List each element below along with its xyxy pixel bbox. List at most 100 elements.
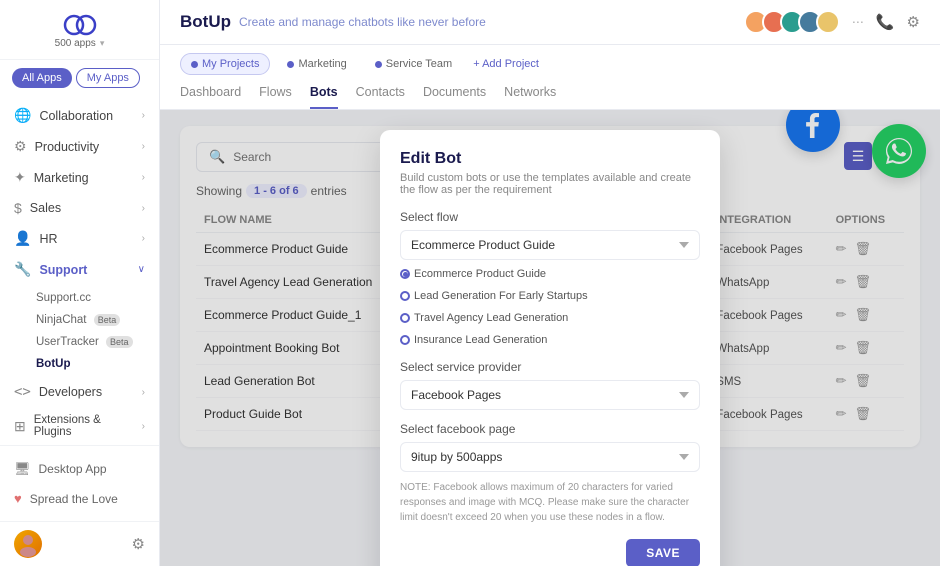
select-flow-label: Select flow xyxy=(400,210,700,224)
radio-dot-selected xyxy=(400,269,410,279)
project-tab-service-team[interactable]: Service Team xyxy=(364,53,463,75)
my-apps-tab[interactable]: My Apps xyxy=(76,68,140,88)
chevron-down-icon: ∨ xyxy=(138,264,145,275)
radio-dot xyxy=(400,313,410,323)
select-fb-dropdown[interactable]: 9itup by 500apps xyxy=(400,442,700,472)
radio-dot xyxy=(400,291,410,301)
section-nav-tabs: Dashboard Flows Bots Contacts Documents … xyxy=(180,81,920,109)
app-count: 500 apps ▾ xyxy=(55,38,105,49)
sidebar-item-usertracker[interactable]: UserTracker Beta xyxy=(0,331,159,353)
sidebar-label-collaboration: Collaboration xyxy=(39,109,113,123)
sidebar-item-marketing[interactable]: ✦ Marketing › xyxy=(0,162,159,193)
extensions-icon: ⊞ xyxy=(14,418,26,435)
ninjachat-label: NinjaChat xyxy=(36,314,87,326)
support-sub-menu: Support.cc NinjaChat Beta UserTracker Be… xyxy=(0,285,159,377)
radio-lead-gen[interactable]: Lead Generation For Early Startups xyxy=(400,290,588,302)
supportcc-label: Support.cc xyxy=(36,292,91,304)
sidebar-item-support[interactable]: 🔧 Support ∨ xyxy=(0,254,159,285)
sidebar-item-botup[interactable]: BotUp xyxy=(0,353,159,375)
radio-label-ecommerce: Ecommerce Product Guide xyxy=(414,268,546,280)
flow-radio-group: Ecommerce Product Guide Lead Generation … xyxy=(400,268,700,346)
settings-icon[interactable]: ⚙ xyxy=(132,535,145,553)
radio-travel[interactable]: Travel Agency Lead Generation xyxy=(400,312,568,324)
modal-subtitle: Build custom bots or use the templates a… xyxy=(400,172,700,196)
select-provider-label: Select service provider xyxy=(400,360,700,374)
radio-label-insurance: Insurance Lead Generation xyxy=(414,334,547,346)
sub-header: My Projects Marketing Service Team + Add… xyxy=(160,45,940,110)
sidebar-label-sales: Sales xyxy=(30,201,61,215)
sidebar-footer: ⚙ xyxy=(0,521,159,566)
sidebar-item-spread-love[interactable]: ♥ Spread the Love xyxy=(0,484,159,513)
sidebar-bottom: 🖥 Desktop App ♥ Spread the Love xyxy=(0,445,159,521)
radio-label-lead-gen: Lead Generation For Early Startups xyxy=(414,290,588,302)
support-icon: 🔧 xyxy=(14,261,31,278)
app-header: BotUp Create and manage chatbots like ne… xyxy=(160,0,940,45)
select-provider-dropdown[interactable]: Facebook Pages xyxy=(400,380,700,410)
tab-bots[interactable]: Bots xyxy=(310,81,338,109)
tab-networks[interactable]: Networks xyxy=(504,81,556,109)
radio-dot xyxy=(400,335,410,345)
chevron-down-icon[interactable]: ▾ xyxy=(100,38,105,49)
header-phone-icon[interactable]: 📞 xyxy=(876,13,895,31)
sidebar-item-developers[interactable]: <> Developers › xyxy=(0,377,159,407)
sidebar-item-sales[interactable]: $ Sales › xyxy=(0,193,159,223)
productivity-icon: ⚙ xyxy=(14,138,27,155)
chevron-icon: › xyxy=(142,387,145,398)
botup-label: BotUp xyxy=(36,358,71,370)
header-left: BotUp Create and manage chatbots like ne… xyxy=(180,12,486,32)
sidebar-item-hr[interactable]: 👤 HR › xyxy=(0,223,159,254)
radio-insurance[interactable]: Insurance Lead Generation xyxy=(400,334,547,346)
desktop-app-label: Desktop App xyxy=(39,462,107,476)
avatar-5 xyxy=(816,10,840,34)
sidebar-item-desktop-app[interactable]: 🖥 Desktop App xyxy=(0,454,159,484)
modal-note: NOTE: Facebook allows maximum of 20 char… xyxy=(400,480,700,525)
chevron-icon: › xyxy=(142,172,145,183)
sidebar-label-hr: HR xyxy=(39,232,57,246)
sidebar-item-ninjachat[interactable]: NinjaChat Beta xyxy=(0,309,159,331)
edit-bot-modal: Edit Bot Build custom bots or use the te… xyxy=(380,130,720,566)
tab-flows[interactable]: Flows xyxy=(259,81,292,109)
app-title: BotUp xyxy=(180,12,231,32)
usertracker-label: UserTracker xyxy=(36,336,99,348)
marketing-icon: ✦ xyxy=(14,169,26,186)
project-tab-my-projects[interactable]: My Projects xyxy=(180,53,270,75)
header-settings-icon[interactable]: ⚙ xyxy=(907,13,920,31)
radio-ecommerce[interactable]: Ecommerce Product Guide xyxy=(400,268,546,280)
modal-title: Edit Bot xyxy=(400,150,700,168)
sidebar-item-collaboration[interactable]: 🌐 Collaboration › xyxy=(0,100,159,131)
app-count-label: 500 apps xyxy=(55,38,96,49)
desktop-icon: 🖥 xyxy=(14,461,31,477)
settings-dots-icon[interactable]: ⋯ xyxy=(852,15,864,29)
marketing-tab-label: Marketing xyxy=(298,58,346,70)
chevron-icon: › xyxy=(142,233,145,244)
tab-dot xyxy=(375,61,382,68)
app-subtitle: Create and manage chatbots like never be… xyxy=(239,15,486,29)
sidebar-item-extensions[interactable]: ⊞ Extensions &Plugins › xyxy=(0,407,159,445)
sidebar-label-productivity: Productivity xyxy=(35,140,100,154)
sales-icon: $ xyxy=(14,200,22,216)
tab-dashboard[interactable]: Dashboard xyxy=(180,81,241,109)
modal-overlay[interactable]: Edit Bot Build custom bots or use the te… xyxy=(160,110,940,566)
header-icons: ⋯ xyxy=(852,15,864,29)
chevron-icon: › xyxy=(142,110,145,121)
sidebar: 500 apps ▾ All Apps My Apps 🌐 Collaborat… xyxy=(0,0,160,566)
select-flow-dropdown[interactable]: Ecommerce Product Guide xyxy=(400,230,700,260)
sidebar-item-supportcc[interactable]: Support.cc xyxy=(0,287,159,309)
sidebar-item-productivity[interactable]: ⚙ Productivity › xyxy=(0,131,159,162)
radio-label-travel: Travel Agency Lead Generation xyxy=(414,312,568,324)
user-avatar[interactable] xyxy=(14,530,42,558)
hr-icon: 👤 xyxy=(14,230,31,247)
my-projects-label: My Projects xyxy=(202,58,259,70)
add-project-button[interactable]: + Add Project xyxy=(473,58,539,70)
header-right: ⋯ 📞 ⚙ xyxy=(744,10,920,34)
tab-documents[interactable]: Documents xyxy=(423,81,486,109)
project-tabs: My Projects Marketing Service Team + Add… xyxy=(180,53,920,75)
sidebar-label-support: Support xyxy=(39,263,87,277)
save-button[interactable]: SAVE xyxy=(626,539,700,566)
all-apps-tab[interactable]: All Apps xyxy=(12,68,72,88)
project-tab-marketing[interactable]: Marketing xyxy=(276,53,357,75)
sidebar-nav: 🌐 Collaboration › ⚙ Productivity › ✦ Mar… xyxy=(0,96,159,445)
tab-contacts[interactable]: Contacts xyxy=(356,81,405,109)
app-logo-icon xyxy=(62,14,98,36)
sidebar-label-extensions: Extensions &Plugins xyxy=(34,414,101,438)
